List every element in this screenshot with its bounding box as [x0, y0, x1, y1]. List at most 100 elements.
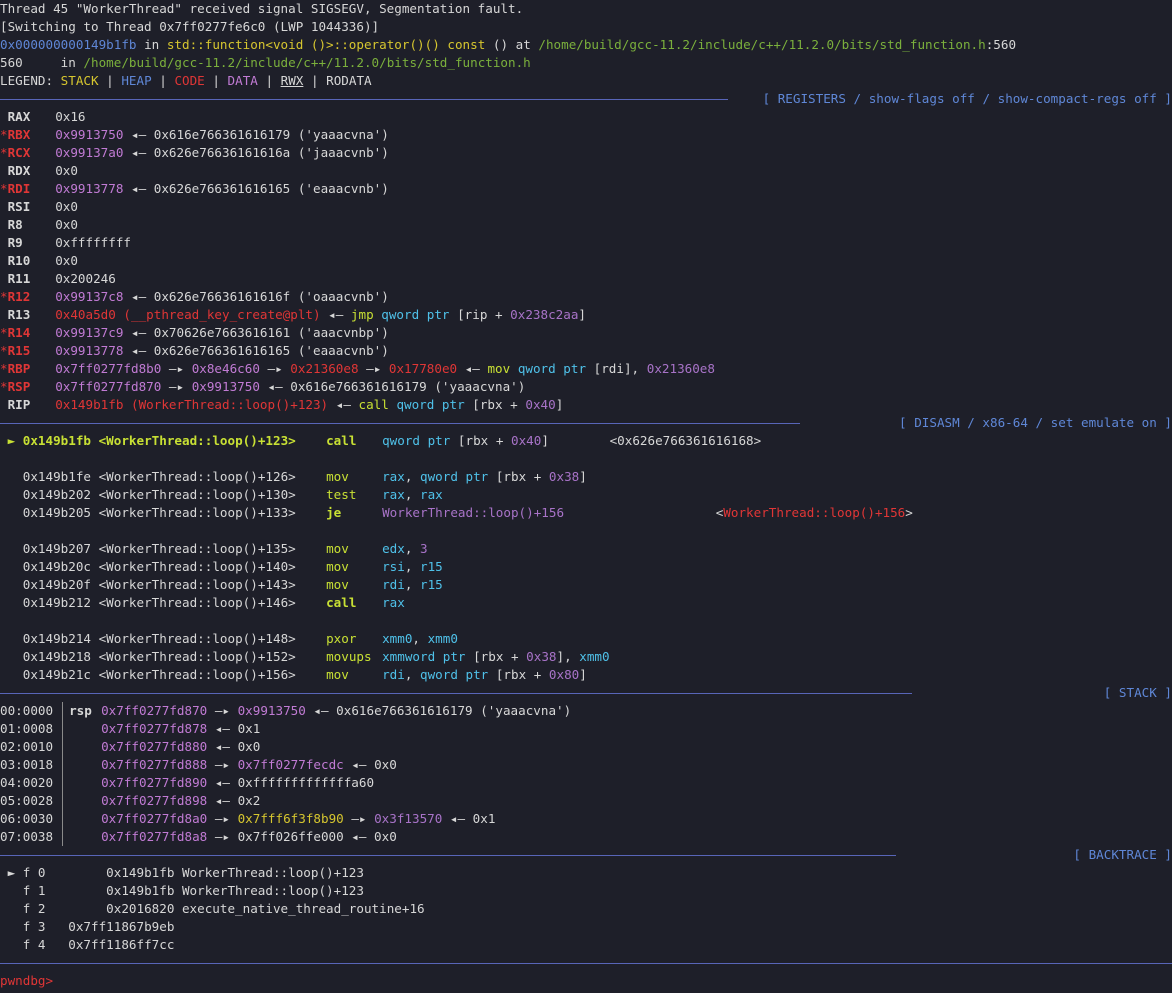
- value-segment: qword ptr: [420, 667, 489, 682]
- value-segment: 0x7ff0277fd880: [101, 739, 208, 754]
- stack-offset: 06:0030: [0, 811, 54, 826]
- value-segment: jmp: [350, 307, 374, 322]
- disasm-instruction: 0x149b202 <WorkerThread::loop()+130> tes…: [0, 486, 443, 504]
- frame-function: std::function<void ()>::operator()() con…: [166, 37, 486, 52]
- disasm-header-rule: [0, 423, 800, 424]
- value-segment: [rbx +: [450, 433, 511, 448]
- value-segment: 0x40: [525, 397, 556, 412]
- register-row: RSI 0x0: [0, 198, 78, 216]
- value-segment: 0x238c2aa: [510, 307, 579, 322]
- register-name-rip: RIP: [7, 397, 31, 412]
- instruction-address: 0x149b202: [22, 487, 91, 502]
- gutter: [0, 649, 23, 664]
- instruction-mnemonic: je: [326, 505, 342, 520]
- value-segment: xmmword ptr: [382, 649, 466, 664]
- value-segment: r15: [420, 559, 443, 574]
- register-row: *RDI 0x9913778 ◂— 0x626e766361616165 ('e…: [0, 180, 389, 198]
- value-segment: ◂— 0x0: [343, 757, 397, 772]
- value-segment: ],: [556, 649, 580, 664]
- disasm-instruction: 0x149b214 <WorkerThread::loop()+148> pxo…: [0, 630, 458, 648]
- register-changed-marker: [0, 307, 8, 322]
- register-changed-marker: [0, 199, 8, 214]
- register-row: RAX 0x16: [0, 108, 86, 126]
- disasm-title: [ DISASM / x86-64 / set emulate on ]: [899, 415, 1172, 430]
- value-segment: —▸: [343, 811, 375, 826]
- value-segment: 0x7ff0277fd878: [101, 721, 208, 736]
- register-changed-marker: *: [0, 145, 8, 160]
- stack-header: [ STACK ]: [0, 684, 1172, 702]
- instruction-mnemonic: mov: [326, 577, 349, 592]
- value-segment: [rbx +: [464, 397, 526, 412]
- instruction-symbol: <WorkerThread::loop()+130>: [98, 487, 296, 502]
- stack-header-rule: [0, 693, 912, 694]
- legend-heap: HEAP: [121, 73, 152, 88]
- bottom-divider-rule: [0, 963, 1172, 964]
- disasm-current-instruction: ► 0x149b1fb <WorkerThread::loop()+123> c…: [0, 432, 762, 450]
- value-segment: qword ptr: [396, 397, 465, 412]
- stack-offset: 05:0028: [0, 793, 54, 808]
- register-row: *RSP 0x7ff0277fd870 —▸ 0x9913750 ◂— 0x61…: [0, 378, 525, 396]
- gutter: [0, 595, 23, 610]
- value-segment: 0x8e46c60: [191, 361, 260, 376]
- value-segment: 0x38: [526, 649, 557, 664]
- value-segment: xmm0: [579, 649, 610, 664]
- register-changed-marker: [0, 271, 8, 286]
- value-segment: 0x3f13570: [374, 811, 443, 826]
- backtrace-frame: f 2 0x2016820 execute_native_thread_rout…: [0, 900, 425, 918]
- frame-text: f 2 0x2016820 execute_native_thread_rout…: [15, 901, 425, 916]
- register-changed-marker: *: [0, 127, 8, 142]
- stack-row: 02:0010 0x7ff0277fd880 ◂— 0x0: [0, 738, 260, 756]
- value-segment: qword ptr: [382, 433, 451, 448]
- current-frame-line: 0x000000000149b1fb in std::function<void…: [0, 37, 1017, 52]
- register-name-r12: R12: [7, 289, 31, 304]
- value-segment: ◂— 0x70626e7663616161 ('aaacvnbp'): [123, 325, 389, 340]
- value-segment: 0x9913778: [55, 181, 124, 196]
- stack-offset: 00:0000: [0, 703, 54, 718]
- register-row: *R15 0x9913778 ◂— 0x626e766361616165 ('e…: [0, 342, 389, 360]
- value-segment: 0x7ff0277fd898: [101, 793, 208, 808]
- gutter: [0, 469, 23, 484]
- instruction-symbol: <WorkerThread::loop()+133>: [98, 505, 296, 520]
- disasm-instruction: 0x149b207 <WorkerThread::loop()+135> mov…: [0, 540, 428, 558]
- gutter: [0, 577, 23, 592]
- value-segment: ◂— 0x0: [207, 739, 261, 754]
- frame-text: f 3 0x7ff11867b9eb: [15, 919, 175, 934]
- value-segment: ]: [578, 307, 587, 322]
- value-segment: [rbx +: [465, 649, 527, 664]
- value-segment: ◂— 0x626e76636161616f ('oaaacvnb'): [123, 289, 389, 304]
- register-changed-marker: [0, 109, 8, 124]
- value-segment: —▸: [207, 703, 238, 718]
- gutter: [0, 559, 23, 574]
- registers-header-rule: [0, 99, 728, 100]
- register-row: *RBX 0x9913750 ◂— 0x616e766361616179 ('y…: [0, 126, 389, 144]
- instruction-symbol: <WorkerThread::loop()+126>: [98, 469, 296, 484]
- value-segment: —▸: [161, 379, 192, 394]
- register-changed-marker: [0, 163, 8, 178]
- value-segment: 0x7ff0277fd870: [101, 703, 208, 718]
- register-changed-marker: *: [0, 325, 8, 340]
- value-segment: 0x0: [55, 217, 78, 232]
- value-segment: rdi: [382, 667, 405, 682]
- value-segment: 0x7ff0277fd870: [55, 379, 162, 394]
- register-row: RIP 0x149b1fb (WorkerThread::loop()+123)…: [0, 396, 564, 414]
- instruction-symbol: <WorkerThread::loop()+152>: [98, 649, 296, 664]
- frame-source-path: /home/build/gcc-11.2/include/c++/11.2.0/…: [538, 37, 986, 52]
- value-segment: rax: [420, 487, 443, 502]
- disasm-instruction: 0x149b218 <WorkerThread::loop()+152> mov…: [0, 648, 610, 666]
- command-prompt[interactable]: pwndbg>: [0, 972, 53, 990]
- register-name-r13: R13: [7, 307, 31, 322]
- value-segment: [rbx +: [488, 469, 549, 484]
- value-segment: xmm0: [382, 631, 413, 646]
- backtrace-header-rule: [0, 855, 896, 856]
- register-name-rax: RAX: [7, 109, 31, 124]
- value-segment: 0x21360e8: [290, 361, 359, 376]
- register-changed-marker: *: [0, 343, 8, 358]
- register-name-rsp: RSP: [7, 379, 31, 394]
- value-segment: [rbx +: [488, 667, 549, 682]
- backtrace-title: [ BACKTRACE ]: [1073, 847, 1172, 862]
- instruction-symbol: <WorkerThread::loop()+135>: [98, 541, 296, 556]
- register-name-r8: R8: [7, 217, 23, 232]
- instruction-address: 0x149b218: [22, 649, 91, 664]
- disasm-instruction: 0x149b205 <WorkerThread::loop()+133> je W…: [0, 504, 913, 522]
